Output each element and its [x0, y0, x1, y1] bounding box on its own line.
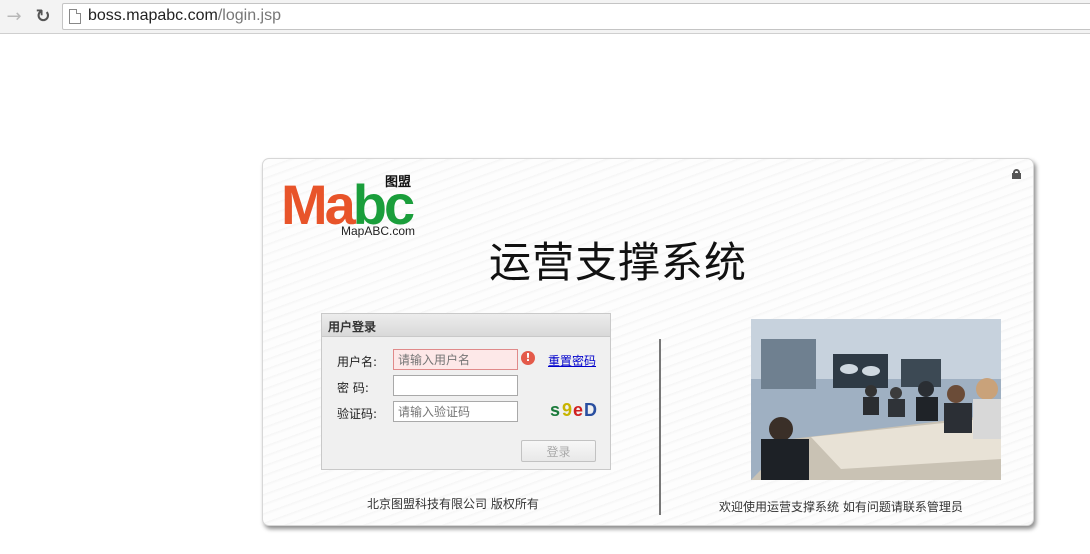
login-header: 用户登录 [322, 314, 610, 337]
captcha-char: 9 [562, 400, 573, 420]
captcha-char: s [550, 400, 561, 420]
captcha-char: D [584, 400, 597, 420]
captcha-label: 验证码: [337, 407, 378, 421]
reset-password-link[interactable]: 重置密码 [548, 352, 596, 369]
vertical-divider [659, 339, 661, 515]
url-domain: boss.mapabc.com [88, 7, 218, 24]
login-panel: 图盟 Mabc MapABC.com 运营支撑系统 用户登录 用户名: ! 重置… [262, 158, 1034, 526]
welcome-text: 欢迎使用运营支撑系统 如有问题请联系管理员 [719, 500, 963, 514]
page-title: 运营支撑系统 [489, 238, 748, 287]
lock-icon [1012, 169, 1021, 179]
page-icon [69, 9, 81, 24]
forward-button[interactable]: → [3, 5, 25, 27]
reload-icon: ↻ [35, 5, 51, 27]
arrow-right-icon: → [6, 5, 22, 27]
meeting-photo [751, 319, 1001, 480]
logo-domain: MapABC.com [341, 224, 416, 238]
captcha-image[interactable]: s 9 e D [538, 398, 598, 422]
reload-button[interactable]: ↻ [32, 5, 54, 27]
browser-toolbar: → ↻ boss.mapabc.com/login.jsp [0, 0, 1090, 34]
login-form: 用户登录 用户名: ! 重置密码 密 码: 验证码: s 9 e D 登录 [321, 313, 611, 470]
password-input[interactable] [393, 375, 518, 396]
username-input[interactable] [393, 349, 518, 370]
url-path: /login.jsp [217, 7, 281, 24]
copyright-text: 北京图盟科技有限公司 版权所有 [367, 497, 539, 511]
password-label: 密 码: [337, 381, 369, 395]
mapabc-logo: 图盟 Mabc MapABC.com [281, 171, 431, 241]
error-icon: ! [521, 351, 535, 365]
captcha-input[interactable] [393, 401, 518, 422]
url-text[interactable]: boss.mapabc.com/login.jsp [88, 7, 281, 25]
login-button[interactable]: 登录 [521, 440, 596, 462]
captcha-char: e [573, 400, 584, 420]
username-label: 用户名: [337, 355, 378, 369]
address-bar[interactable]: boss.mapabc.com/login.jsp [62, 3, 1090, 30]
